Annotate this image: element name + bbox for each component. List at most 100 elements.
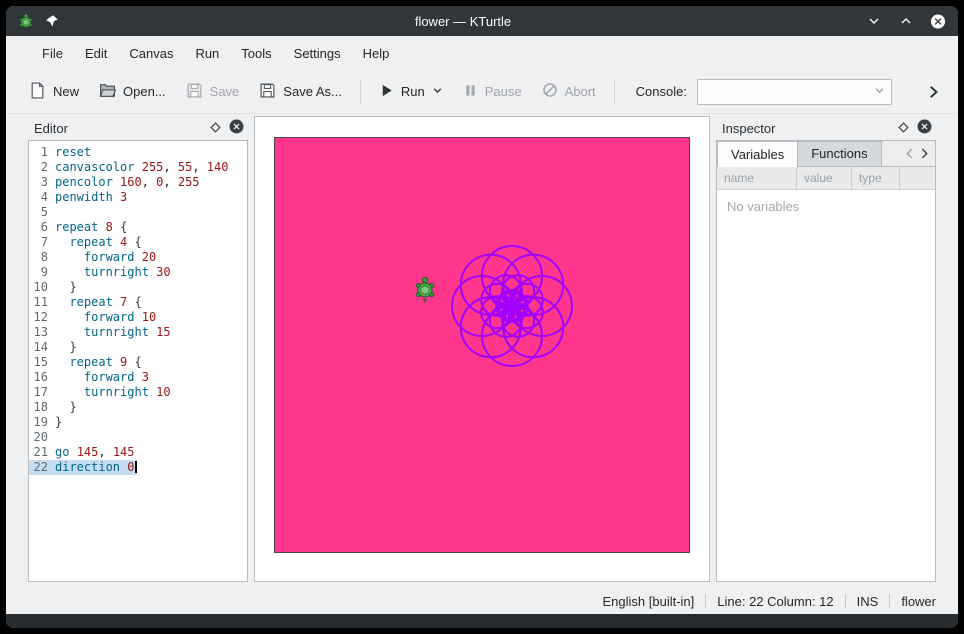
close-icon[interactable] [930,13,946,29]
menu-file[interactable]: File [32,40,73,67]
code-line[interactable]: 21go 145, 145 [29,445,247,460]
line-number: 7 [29,235,55,250]
code-token: { [135,295,142,309]
code-token [134,160,141,174]
code-line[interactable]: 4penwidth 3 [29,190,247,205]
save-disk-icon [186,82,203,102]
code-token [127,355,134,369]
console-dropdown-chevron-icon[interactable] [874,84,885,99]
canvas-dock [254,116,710,582]
tab-scroll-right-icon[interactable] [920,147,929,162]
toolbar-separator [614,80,615,104]
status-language: English [built-in] [603,594,695,609]
code-token: forward [84,370,135,384]
editor-dock-header: Editor [28,116,248,140]
abort-button[interactable]: Abort [533,76,605,107]
menu-tools[interactable]: Tools [231,40,281,67]
status-separator [845,594,846,608]
open-button[interactable]: Open... [90,76,175,108]
code-line[interactable]: 10 } [29,280,247,295]
new-button[interactable]: New [20,76,88,108]
editor-float-icon[interactable] [210,121,221,136]
line-number: 15 [29,355,55,370]
code-line[interactable]: 17 turnright 10 [29,385,247,400]
maximize-icon[interactable] [898,13,914,29]
editor-code[interactable]: 1reset2canvascolor 255, 55, 1403pencolor… [29,141,247,475]
code-line[interactable]: 5 [29,205,247,220]
code-token: { [135,355,142,369]
menu-edit[interactable]: Edit [75,40,117,67]
code-token: 160 [120,175,142,189]
save-button[interactable]: Save [177,76,249,108]
code-text: pencolor 160, 0, 255 [55,175,200,190]
inspector-close-icon[interactable] [917,119,932,137]
column-value[interactable]: value [797,167,852,190]
line-number: 13 [29,325,55,340]
menu-help[interactable]: Help [353,40,400,67]
tab-functions[interactable]: Functions [797,141,881,166]
code-line[interactable]: 22direction 0 [29,460,247,475]
tab-scroll-left-icon[interactable] [905,147,914,162]
code-token: repeat [69,295,112,309]
save-as-button[interactable]: Save As... [250,76,351,108]
line-number: 21 [29,445,55,460]
code-token [113,175,120,189]
code-token [55,250,84,264]
code-line[interactable]: 7 repeat 4 { [29,235,247,250]
line-number: 17 [29,385,55,400]
code-line[interactable]: 12 forward 10 [29,310,247,325]
code-line[interactable]: 1reset [29,145,247,160]
code-line[interactable]: 15 repeat 9 { [29,355,247,370]
text-cursor [135,461,137,473]
tab-variables[interactable]: Variables [717,141,798,167]
code-token [127,295,134,309]
pin-icon[interactable] [44,13,60,29]
code-token [55,400,69,414]
code-token: penwidth [55,190,113,204]
code-line[interactable]: 16 forward 3 [29,370,247,385]
minimize-icon[interactable] [866,13,882,29]
code-text: go 145, 145 [55,445,135,460]
code-line[interactable]: 18 } [29,400,247,415]
code-token: , [98,445,112,459]
status-insert-mode: INS [857,594,879,609]
toolbar-overflow-button[interactable] [922,81,944,103]
code-token: , [142,175,156,189]
inspector-float-icon[interactable] [898,121,909,136]
menu-settings[interactable]: Settings [284,40,351,67]
console-input[interactable] [697,79,892,105]
code-text: forward 10 [55,310,156,325]
code-line[interactable]: 13 turnright 15 [29,325,247,340]
line-number: 8 [29,250,55,265]
code-line[interactable]: 6repeat 8 { [29,220,247,235]
inspector-dock-header: Inspector [716,116,936,140]
code-token [134,310,141,324]
pause-button[interactable]: Pause [454,77,531,107]
code-text: forward 20 [55,250,156,265]
code-line[interactable]: 3pencolor 160, 0, 255 [29,175,247,190]
code-line[interactable]: 2canvascolor 255, 55, 140 [29,160,247,175]
statusbar: English [built-in] Line: 22 Column: 12 I… [6,588,958,614]
column-name[interactable]: name [717,167,797,190]
code-line[interactable]: 19} [29,415,247,430]
menu-run[interactable]: Run [185,40,229,67]
code-line[interactable]: 11 repeat 7 { [29,295,247,310]
code-token: direction [55,460,120,474]
code-text: direction 0 [55,460,137,475]
run-dropdown-chevron-icon[interactable] [432,84,443,99]
code-text: repeat 7 { [55,295,142,310]
code-line[interactable]: 9 turnright 30 [29,265,247,280]
code-line[interactable]: 20 [29,430,247,445]
code-token [69,445,76,459]
editor-close-icon[interactable] [229,119,244,137]
code-token: } [69,280,76,294]
run-button[interactable]: Run [370,77,452,107]
canvas-drawing [275,138,691,554]
code-line[interactable]: 14 } [29,340,247,355]
code-token: turnright [84,325,149,339]
code-token: 55 [178,160,192,174]
status-separator [889,594,890,608]
menu-canvas[interactable]: Canvas [119,40,183,67]
code-line[interactable]: 8 forward 20 [29,250,247,265]
column-type[interactable]: type [852,167,900,190]
